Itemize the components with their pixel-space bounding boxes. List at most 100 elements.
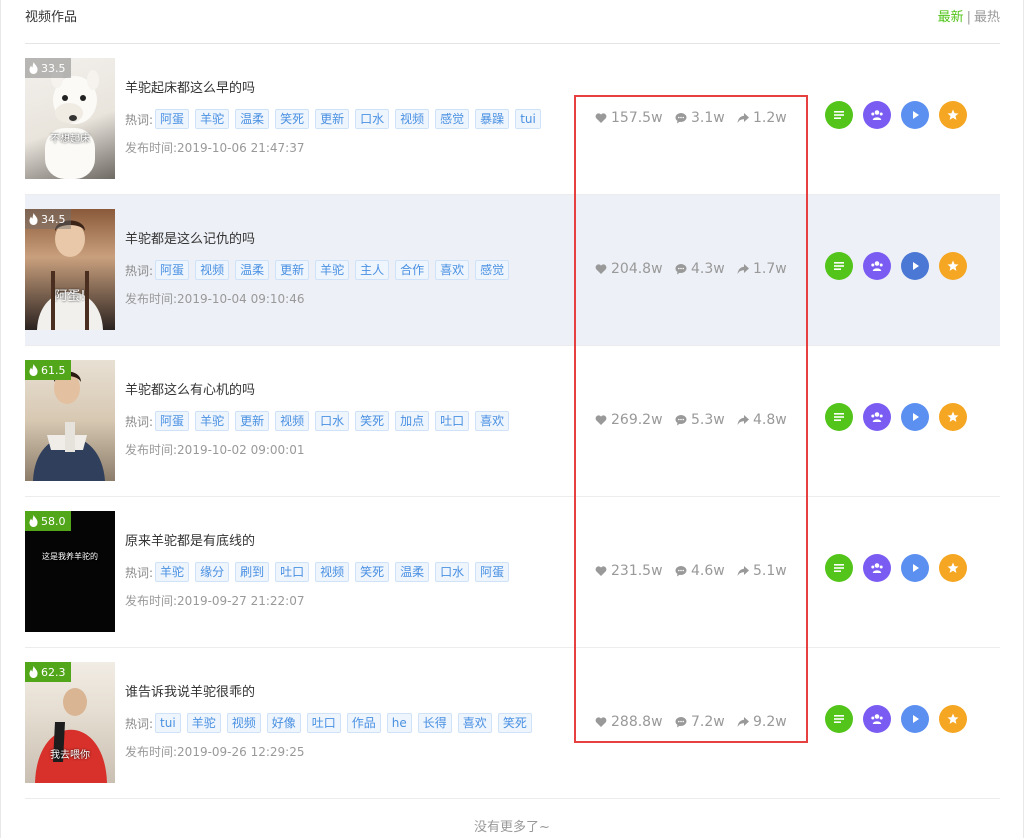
hotword-tag[interactable]: 阿蛋 <box>475 562 510 582</box>
favorite-button[interactable] <box>939 101 967 129</box>
detail-button[interactable] <box>825 101 853 129</box>
hotword-tag[interactable]: 羊驼 <box>315 260 350 280</box>
favorite-button[interactable] <box>939 705 967 733</box>
video-thumbnail[interactable]: 33.5 不想起床 <box>25 58 115 179</box>
hotword-tag[interactable]: 羊驼 <box>155 562 190 582</box>
video-row: 33.5 不想起床 羊驼起床都这么早的吗 热词: 阿蛋 羊驼 温柔 笑死 更新 … <box>25 44 1000 195</box>
hotword-tag[interactable]: 温柔 <box>395 562 430 582</box>
video-title[interactable]: 原来羊驼都是有底线的 <box>125 532 575 552</box>
fans-button[interactable] <box>863 252 891 280</box>
hotword-tag[interactable]: 吐口 <box>435 411 470 431</box>
hotword-tag[interactable]: 喜欢 <box>475 411 510 431</box>
hotword-tag[interactable]: tui <box>155 713 181 733</box>
favorite-button[interactable] <box>939 554 967 582</box>
hotword-tag[interactable]: 笑死 <box>497 713 532 733</box>
hotword-tag[interactable]: 感觉 <box>435 109 470 129</box>
publish-time-value: 2019-09-26 12:29:25 <box>177 745 305 759</box>
hotword-tag[interactable]: 视频 <box>226 713 261 733</box>
hotword-tag[interactable]: 温柔 <box>235 109 270 129</box>
video-title[interactable]: 谁告诉我说羊驼很乖的 <box>125 683 575 703</box>
hotword-tag[interactable]: 羊驼 <box>186 713 221 733</box>
video-thumbnail[interactable]: 34.5 阿蛋! <box>25 209 115 330</box>
video-info: 羊驼起床都这么早的吗 热词: 阿蛋 羊驼 温柔 笑死 更新 口水 视频 感觉 暴… <box>125 79 575 156</box>
hotword-tag[interactable]: 温柔 <box>235 260 270 280</box>
shares-stat: 5.1w <box>737 563 787 579</box>
video-thumbnail[interactable]: 61.5 <box>25 360 115 481</box>
fans-button[interactable] <box>863 403 891 431</box>
video-title[interactable]: 羊驼都是这么记仇的吗 <box>125 230 575 250</box>
detail-button[interactable] <box>825 403 853 431</box>
hotword-tag[interactable]: 喜欢 <box>457 713 492 733</box>
fans-button[interactable] <box>863 101 891 129</box>
sort-latest-link[interactable]: 最新 <box>938 10 964 25</box>
hotword-tag[interactable]: 合作 <box>395 260 430 280</box>
hotword-tag[interactable]: 口水 <box>435 562 470 582</box>
video-title[interactable]: 羊驼都这么有心机的吗 <box>125 381 575 401</box>
likes-count: 231.5w <box>611 563 663 579</box>
hotword-tag[interactable]: 加点 <box>395 411 430 431</box>
video-info: 羊驼都这么有心机的吗 热词: 阿蛋 羊驼 更新 视频 口水 笑死 加点 吐口 喜… <box>125 381 575 458</box>
heart-icon <box>595 415 607 425</box>
hotword-tag[interactable]: 主人 <box>355 260 390 280</box>
hotword-tag[interactable]: 笑死 <box>355 562 390 582</box>
hotword-tag[interactable]: 视频 <box>195 260 230 280</box>
hotword-tag[interactable]: 阿蛋 <box>155 260 190 280</box>
play-button[interactable] <box>901 403 929 431</box>
video-title[interactable]: 羊驼起床都这么早的吗 <box>125 79 575 99</box>
fans-button[interactable] <box>863 705 891 733</box>
hotword-tag[interactable]: 更新 <box>275 260 310 280</box>
comment-icon <box>675 113 687 124</box>
hotword-tag[interactable]: 笑死 <box>275 109 310 129</box>
hotword-tag[interactable]: he <box>386 713 412 733</box>
share-icon <box>737 717 749 727</box>
flame-icon <box>29 364 38 376</box>
hotword-tag[interactable]: 缘分 <box>195 562 230 582</box>
hotword-tag[interactable]: 吐口 <box>306 713 341 733</box>
hotword-tag[interactable]: 作品 <box>346 713 381 733</box>
hotword-tag[interactable]: 暴躁 <box>475 109 510 129</box>
share-icon <box>737 264 749 274</box>
hotword-tag[interactable]: 吐口 <box>275 562 310 582</box>
hotword-tag[interactable]: 口水 <box>355 109 390 129</box>
fans-icon <box>871 261 883 271</box>
hotword-tag[interactable]: 阿蛋 <box>155 109 190 129</box>
play-icon <box>913 262 919 270</box>
video-list: 33.5 不想起床 羊驼起床都这么早的吗 热词: 阿蛋 羊驼 温柔 笑死 更新 … <box>25 44 1000 799</box>
hotwords-label: 热词: <box>125 263 154 278</box>
detail-button[interactable] <box>825 705 853 733</box>
likes-stat: 231.5w <box>595 563 675 579</box>
video-thumbnail[interactable]: 62.3 我去喂你 <box>25 662 115 783</box>
hotword-tag[interactable]: 更新 <box>315 109 350 129</box>
play-button[interactable] <box>901 252 929 280</box>
sort-hottest-link[interactable]: 最热 <box>974 10 1000 25</box>
hotword-tag[interactable]: 口水 <box>315 411 350 431</box>
play-button[interactable] <box>901 101 929 129</box>
thumbnail-caption: 这是我养羊驼的 <box>42 552 98 561</box>
hotword-tag[interactable]: 视频 <box>395 109 430 129</box>
hotword-tag[interactable]: 刷到 <box>235 562 270 582</box>
hotword-tag[interactable]: 喜欢 <box>435 260 470 280</box>
fans-button[interactable] <box>863 554 891 582</box>
hotword-tag[interactable]: 好像 <box>266 713 301 733</box>
hotword-tags: 热词: 羊驼 缘分 刷到 吐口 视频 笑死 温柔 口水 阿蛋 <box>125 562 575 582</box>
hotword-tag[interactable]: 感觉 <box>475 260 510 280</box>
publish-time-value: 2019-10-02 09:00:01 <box>177 443 305 457</box>
hotword-tag[interactable]: 羊驼 <box>195 411 230 431</box>
play-button[interactable] <box>901 554 929 582</box>
play-button[interactable] <box>901 705 929 733</box>
hotword-tag[interactable]: 视频 <box>275 411 310 431</box>
hotword-tag[interactable]: tui <box>515 109 541 129</box>
favorite-button[interactable] <box>939 252 967 280</box>
detail-button[interactable] <box>825 252 853 280</box>
video-thumbnail[interactable]: 58.0 这是我养羊驼的 <box>25 511 115 632</box>
hotword-tag[interactable]: 视频 <box>315 562 350 582</box>
hotword-tag[interactable]: 笑死 <box>355 411 390 431</box>
detail-button[interactable] <box>825 554 853 582</box>
hotword-tag[interactable]: 更新 <box>235 411 270 431</box>
hotword-tag[interactable]: 阿蛋 <box>155 411 190 431</box>
hotword-tag[interactable]: 羊驼 <box>195 109 230 129</box>
favorite-button[interactable] <box>939 403 967 431</box>
video-stats: 231.5w 4.6w 5.1w <box>595 563 787 579</box>
likes-count: 204.8w <box>611 261 663 277</box>
hotword-tag[interactable]: 长得 <box>417 713 452 733</box>
